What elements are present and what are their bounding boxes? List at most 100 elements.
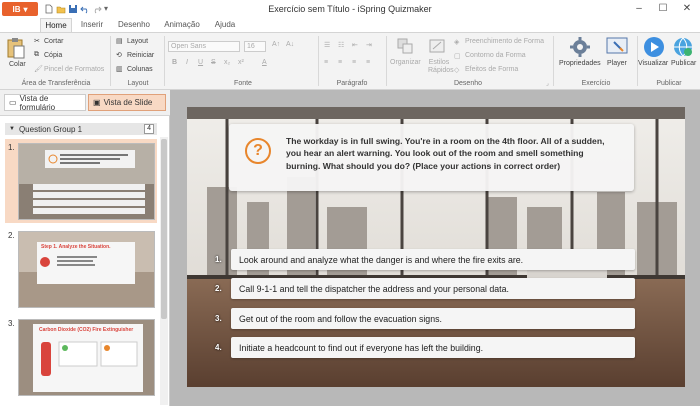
question-group-count: 4	[144, 124, 154, 134]
superscript-icon[interactable]: x²	[238, 59, 244, 66]
arrange-icon[interactable]	[396, 37, 414, 55]
form-view-button[interactable]: ▭ Vista de formulário	[4, 93, 86, 112]
font-name-select[interactable]: Open Sans	[168, 41, 240, 52]
group-label-publish: Publicar	[656, 80, 682, 87]
slide-thumbnail-2[interactable]: 2. Step 1. Analyze the Situation.	[5, 227, 157, 311]
slide-thumbnail-3[interactable]: 3. Carbon Dioxide (CO2) Fire Extinguishe…	[5, 315, 157, 399]
strikethrough-icon[interactable]: S	[211, 59, 216, 66]
reset-icon: ⟲	[116, 52, 122, 59]
underline-icon[interactable]: U	[198, 59, 203, 66]
ribbon-tabs: Home Inserir Desenho Animação Ajuda	[0, 18, 700, 32]
grow-font-icon[interactable]: A↑	[272, 41, 280, 48]
form-view-icon: ▭	[9, 98, 17, 107]
group-label-paragraph: Parágrafo	[336, 80, 368, 87]
group-label-drawing: Desenho	[453, 80, 483, 87]
paste-label[interactable]: Colar	[9, 61, 26, 68]
ribbon-separator	[164, 36, 165, 86]
group-label-exercise: Exercício	[581, 80, 611, 87]
shape-fill-button[interactable]: Preenchimento de Forma	[465, 38, 544, 45]
ribbon-separator	[553, 36, 554, 86]
ribbon: Colar ✂ Cortar ⧉ Cópia 🖌 Pincel de Forma…	[0, 32, 700, 90]
slide-preview-image	[19, 144, 154, 219]
shape-outline-icon: ▢	[454, 53, 461, 60]
layout-button[interactable]: Layout	[127, 38, 148, 45]
answer-number: 4.	[215, 343, 222, 352]
shape-effects-button[interactable]: Efeitos de Forma	[465, 66, 518, 73]
close-icon[interactable]: ✕	[680, 3, 694, 15]
numbering-icon[interactable]: ☷	[338, 41, 344, 49]
preview-play-icon[interactable]	[643, 36, 665, 58]
quick-styles-button[interactable]: Estilos Rápidos	[428, 59, 454, 75]
slides-scrollbar-thumb[interactable]	[161, 139, 167, 319]
copy-icon: ⧉	[34, 51, 39, 58]
decrease-indent-icon[interactable]: ⇤	[352, 41, 358, 49]
slide-preview: Carbon Dioxide (CO2) Fire Extinguisher	[18, 319, 155, 396]
group-label-layout: Layout	[127, 80, 149, 87]
paste-icon[interactable]	[6, 37, 26, 59]
quick-styles-icon[interactable]	[428, 37, 446, 55]
shape-effects-icon: ◇	[454, 67, 460, 74]
answer-number: 2.	[215, 284, 222, 293]
answer-item-4[interactable]: Initiate a headcount to find out if ever…	[231, 337, 635, 358]
properties-gear-icon[interactable]	[569, 36, 591, 58]
slide-thumbnail-1[interactable]: 1.	[5, 139, 157, 223]
tab-design[interactable]: Desenho	[114, 18, 154, 32]
format-painter-button[interactable]: Pincel de Formatos	[44, 66, 104, 73]
properties-button[interactable]: Propriedades	[559, 60, 601, 67]
slide-preview-title: Step 1. Analyze the Situation.	[41, 244, 111, 250]
columns-button[interactable]: Colunas	[127, 66, 153, 73]
minimize-icon[interactable]: –	[632, 3, 646, 15]
dialog-launcher-icon[interactable]: ⌟	[546, 80, 549, 87]
collapse-icon[interactable]: ▼	[9, 126, 15, 132]
align-left-icon[interactable]: ≡	[324, 59, 328, 66]
cut-button[interactable]: Cortar	[44, 38, 63, 45]
player-icon[interactable]	[606, 37, 628, 57]
slides-pane: ▭ Vista de formulário ▣ Vista de Slide ▼ Q…	[0, 90, 170, 406]
answer-number: 1.	[215, 255, 222, 264]
tab-insert[interactable]: Inserir	[76, 18, 108, 32]
preview-button[interactable]: Visualizar	[638, 60, 668, 67]
slide-number: 3.	[8, 319, 15, 328]
publish-globe-icon[interactable]	[672, 36, 694, 58]
form-view-label: Vista de formulário	[19, 93, 56, 112]
font-size-select[interactable]: 16	[244, 41, 266, 52]
bold-icon[interactable]: B	[172, 59, 177, 66]
align-right-icon[interactable]: ≡	[352, 59, 356, 66]
slide-preview	[18, 143, 155, 220]
font-color-icon[interactable]: A	[262, 59, 267, 66]
ribbon-separator	[386, 36, 387, 86]
question-text: The workday is in full swing. You're in …	[286, 136, 605, 171]
subscript-icon[interactable]: x₂	[224, 59, 230, 66]
window-title: Exercício sem Título - iSpring Quizmaker	[268, 4, 432, 14]
shrink-font-icon[interactable]: A↓	[286, 41, 294, 48]
answer-item-2[interactable]: Call 9-1-1 and tell the dispatcher the a…	[231, 278, 635, 299]
arrange-button[interactable]: Organizar	[390, 59, 421, 66]
answer-number: 3.	[215, 314, 222, 323]
player-button[interactable]: Player	[607, 60, 627, 67]
tab-help[interactable]: Ajuda	[210, 18, 240, 32]
slide-preview: Step 1. Analyze the Situation.	[18, 231, 155, 308]
publish-button[interactable]: Publicar	[671, 60, 696, 67]
reset-button[interactable]: Reiniciar	[127, 52, 154, 59]
group-label-clipboard: Área de Transferência	[21, 80, 91, 87]
title-bar: IB ▾ ▾ Exercício sem Título - iSpring Qui…	[0, 0, 700, 18]
answer-item-1[interactable]: Look around and analyze what the danger …	[231, 249, 635, 270]
shape-outline-button[interactable]: Contorno da Forma	[465, 52, 526, 59]
format-painter-icon: 🖌	[34, 66, 43, 73]
align-center-icon[interactable]: ≡	[338, 59, 342, 66]
question-group-header[interactable]: ▼ Question Group 1 4	[5, 123, 157, 135]
question-group-name: Question Group 1	[18, 124, 83, 134]
italic-icon[interactable]: I	[186, 59, 188, 66]
tab-animation[interactable]: Animação	[160, 18, 204, 32]
answer-item-3[interactable]: Get out of the room and follow the evacu…	[231, 308, 635, 329]
tab-home[interactable]: Home	[40, 18, 72, 32]
cut-icon: ✂	[34, 38, 40, 45]
bullets-icon[interactable]: ☰	[324, 41, 330, 49]
slide-view-button[interactable]: ▣ Vista de Slide	[88, 94, 166, 111]
justify-icon[interactable]: ≡	[366, 59, 370, 66]
maximize-icon[interactable]: ☐	[656, 3, 670, 15]
shape-fill-icon: ◈	[454, 39, 460, 46]
copy-button[interactable]: Cópia	[44, 52, 62, 59]
slide-number: 2.	[8, 231, 15, 240]
increase-indent-icon[interactable]: ⇥	[366, 41, 372, 49]
